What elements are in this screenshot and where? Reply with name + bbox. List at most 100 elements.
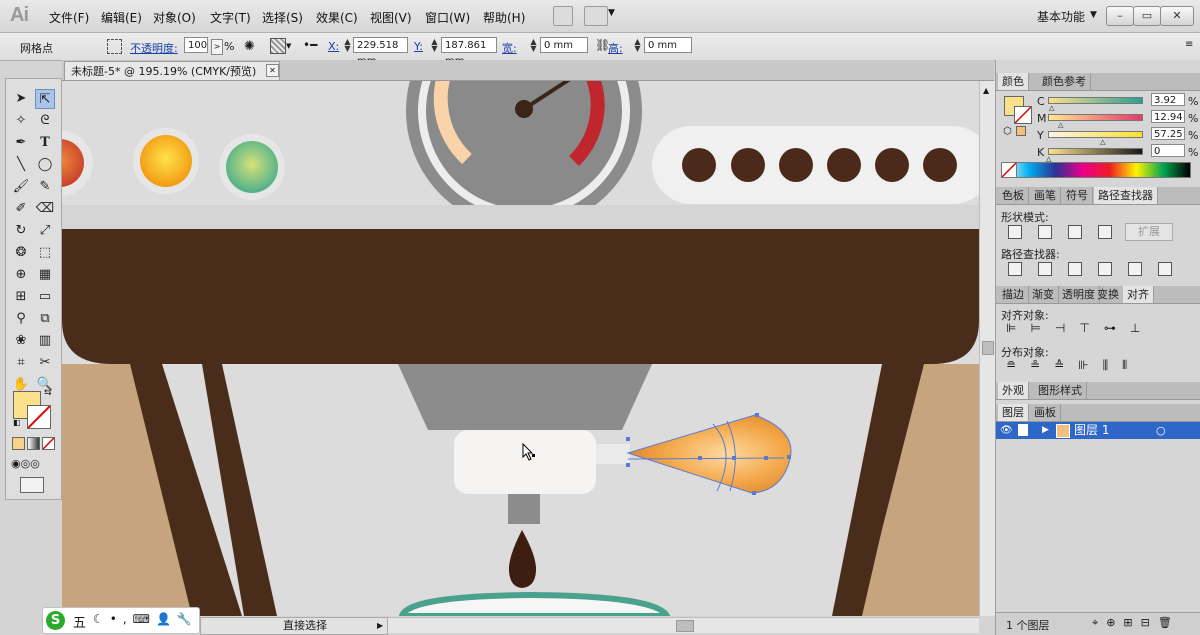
mesh-tool-icon[interactable]: ⊞ bbox=[11, 287, 31, 307]
artboard-tool-icon[interactable]: ⌗ bbox=[11, 353, 31, 373]
align-buttons-icon[interactable]: ⊫⊨⊣⊤⊶⊥ bbox=[1006, 321, 1154, 335]
minus-back-icon[interactable] bbox=[1158, 262, 1172, 276]
layer-row[interactable]: 👁 ▶ 图层 1 ○ bbox=[996, 422, 1200, 439]
tab-color[interactable]: 颜色 bbox=[998, 73, 1029, 90]
visibility-eye-icon[interactable]: 👁 bbox=[1000, 422, 1013, 439]
exclude-icon[interactable] bbox=[1098, 225, 1112, 239]
eraser-tool-icon[interactable]: ⌫ bbox=[35, 199, 55, 219]
artboard-canvas[interactable] bbox=[62, 81, 979, 616]
close-button[interactable]: ✕ bbox=[1160, 6, 1194, 26]
shape-builder-tool-icon[interactable]: ⊕ bbox=[11, 265, 31, 285]
free-transform-tool-icon[interactable]: ⬚ bbox=[35, 243, 55, 263]
column-graph-tool-icon[interactable]: ▥ bbox=[35, 331, 55, 351]
scroll-up-icon[interactable]: ▲ bbox=[983, 86, 989, 95]
arrange-documents-icon[interactable] bbox=[584, 6, 608, 26]
draw-normal-icon[interactable]: ◉◎◎ bbox=[11, 457, 40, 470]
menu-object[interactable]: 对象(O) bbox=[153, 9, 196, 26]
restore-button[interactable]: ▭ bbox=[1133, 6, 1161, 26]
tab-graphic-styles[interactable]: 图形样式 bbox=[1034, 382, 1087, 399]
coffee-machine-artwork[interactable] bbox=[62, 81, 979, 616]
control-panel-menu-icon[interactable]: ≡ bbox=[1185, 39, 1193, 50]
tab-transform[interactable]: 变换 bbox=[1093, 286, 1124, 303]
out-of-gamut-icon[interactable]: ⬡ bbox=[1003, 126, 1012, 137]
trim-icon[interactable] bbox=[1038, 262, 1052, 276]
menu-type[interactable]: 文字(T) bbox=[210, 9, 251, 26]
height-stepper-icon[interactable]: ▲ ▼ bbox=[633, 38, 642, 53]
color-mode-icon[interactable] bbox=[12, 437, 25, 450]
magenta-slider[interactable] bbox=[1048, 114, 1143, 121]
pencil-tool-icon[interactable]: ✎ bbox=[35, 177, 55, 197]
width-input[interactable]: 0 mm bbox=[540, 37, 588, 53]
stroke-swatch[interactable] bbox=[27, 405, 51, 429]
lock-toggle-icon[interactable] bbox=[1018, 424, 1028, 436]
tab-appearance[interactable]: 外观 bbox=[998, 382, 1029, 399]
intersect-icon[interactable] bbox=[1068, 225, 1082, 239]
menu-view[interactable]: 视图(V) bbox=[370, 9, 412, 26]
y-label[interactable]: Y: bbox=[414, 40, 423, 53]
minus-front-icon[interactable] bbox=[1038, 225, 1052, 239]
gradient-mode-icon[interactable] bbox=[27, 437, 40, 450]
expand-button[interactable]: 扩展 bbox=[1125, 223, 1173, 241]
cyan-slider-handle-icon[interactable]: △ bbox=[1049, 104, 1054, 112]
menu-help[interactable]: 帮助(H) bbox=[483, 9, 525, 26]
tab-artboards[interactable]: 画板 bbox=[1030, 404, 1061, 421]
black-slider[interactable] bbox=[1048, 148, 1143, 155]
menu-window[interactable]: 窗口(W) bbox=[425, 9, 470, 26]
outline-icon[interactable] bbox=[1128, 262, 1142, 276]
distribute-buttons-icon[interactable]: ≘≗≙⊪⫼⫴ bbox=[1006, 358, 1141, 373]
swap-fill-stroke-icon[interactable]: ⇆ bbox=[44, 388, 52, 398]
vertical-scroll-thumb[interactable] bbox=[982, 341, 994, 355]
scale-tool-icon[interactable]: ⤢ bbox=[35, 221, 55, 241]
workspace-switcher[interactable]: 基本功能 bbox=[1037, 8, 1085, 25]
menu-select[interactable]: 选择(S) bbox=[262, 9, 303, 26]
tab-brushes[interactable]: 画笔 bbox=[1030, 187, 1061, 204]
magic-wand-tool-icon[interactable]: ✧ bbox=[11, 111, 31, 131]
y-stepper-icon[interactable]: ▲ ▼ bbox=[430, 38, 439, 53]
menu-edit[interactable]: 编辑(E) bbox=[101, 9, 142, 26]
default-fill-stroke-icon[interactable]: ◧ bbox=[13, 418, 21, 427]
blend-tool-icon[interactable]: ⧉ bbox=[35, 309, 55, 329]
reference-chevron-icon[interactable]: ▼ bbox=[286, 42, 291, 50]
blob-brush-tool-icon[interactable]: ✐ bbox=[11, 199, 31, 219]
ime-toolbar[interactable]: S 五 ☾•,⌨👤🔧 bbox=[42, 607, 200, 634]
sogou-ime-icon[interactable]: S bbox=[46, 611, 65, 630]
tab-swatches[interactable]: 色板 bbox=[998, 187, 1029, 204]
ellipse-tool-icon[interactable]: ◯ bbox=[35, 155, 55, 175]
paintbrush-tool-icon[interactable]: 🖌 bbox=[11, 177, 31, 197]
line-tool-icon[interactable]: ╲ bbox=[11, 155, 31, 175]
transform-reference-icon[interactable] bbox=[270, 38, 286, 54]
height-input[interactable]: 0 mm bbox=[644, 37, 692, 53]
anchor-convert-icon[interactable]: •━ bbox=[303, 38, 317, 52]
magenta-slider-handle-icon[interactable]: △ bbox=[1058, 121, 1063, 129]
status-menu-icon[interactable]: ▶ bbox=[377, 618, 383, 633]
tab-stroke[interactable]: 描边 bbox=[998, 286, 1029, 303]
divide-icon[interactable] bbox=[1008, 262, 1022, 276]
tab-pathfinder[interactable]: 路径查找器 bbox=[1094, 187, 1158, 204]
width-stepper-icon[interactable]: ▲ ▼ bbox=[529, 38, 538, 53]
yellow-slider[interactable] bbox=[1048, 131, 1143, 138]
merge-icon[interactable] bbox=[1068, 262, 1082, 276]
selection-tool-icon[interactable]: ➤ bbox=[11, 89, 31, 109]
warp-tool-icon[interactable]: ❂ bbox=[11, 243, 31, 263]
slice-tool-icon[interactable]: ✂ bbox=[35, 353, 55, 373]
tab-color-guide[interactable]: 颜色参考 bbox=[1038, 73, 1091, 90]
tab-layers[interactable]: 图层 bbox=[998, 404, 1029, 421]
document-tab[interactable]: 未标题-5* @ 195.19% (CMYK/预览) bbox=[64, 61, 280, 80]
cyan-input[interactable]: 3.92 bbox=[1151, 93, 1185, 106]
recolor-icon[interactable]: ✺ bbox=[244, 39, 255, 54]
yellow-slider-handle-icon[interactable]: △ bbox=[1100, 138, 1105, 146]
workspace-chevron-icon[interactable]: ▼ bbox=[1090, 10, 1097, 20]
x-input[interactable]: 229.518 mm bbox=[353, 37, 408, 67]
vertical-scrollbar[interactable]: ▲ bbox=[979, 81, 995, 616]
target-circle-icon[interactable]: ○ bbox=[1156, 422, 1166, 439]
y-input[interactable]: 187.861 mm bbox=[441, 37, 497, 67]
layer-name[interactable]: 图层 1 bbox=[1074, 422, 1109, 439]
opacity-link[interactable]: 不透明度: bbox=[130, 40, 178, 56]
tab-align[interactable]: 对齐 bbox=[1123, 286, 1154, 303]
unite-icon[interactable] bbox=[1008, 225, 1022, 239]
yellow-input[interactable]: 57.25 bbox=[1151, 127, 1185, 140]
perspective-grid-tool-icon[interactable]: ▦ bbox=[35, 265, 55, 285]
black-input[interactable]: 0 bbox=[1151, 144, 1185, 157]
tab-symbols[interactable]: 符号 bbox=[1062, 187, 1093, 204]
rotate-tool-icon[interactable]: ↻ bbox=[11, 221, 31, 241]
